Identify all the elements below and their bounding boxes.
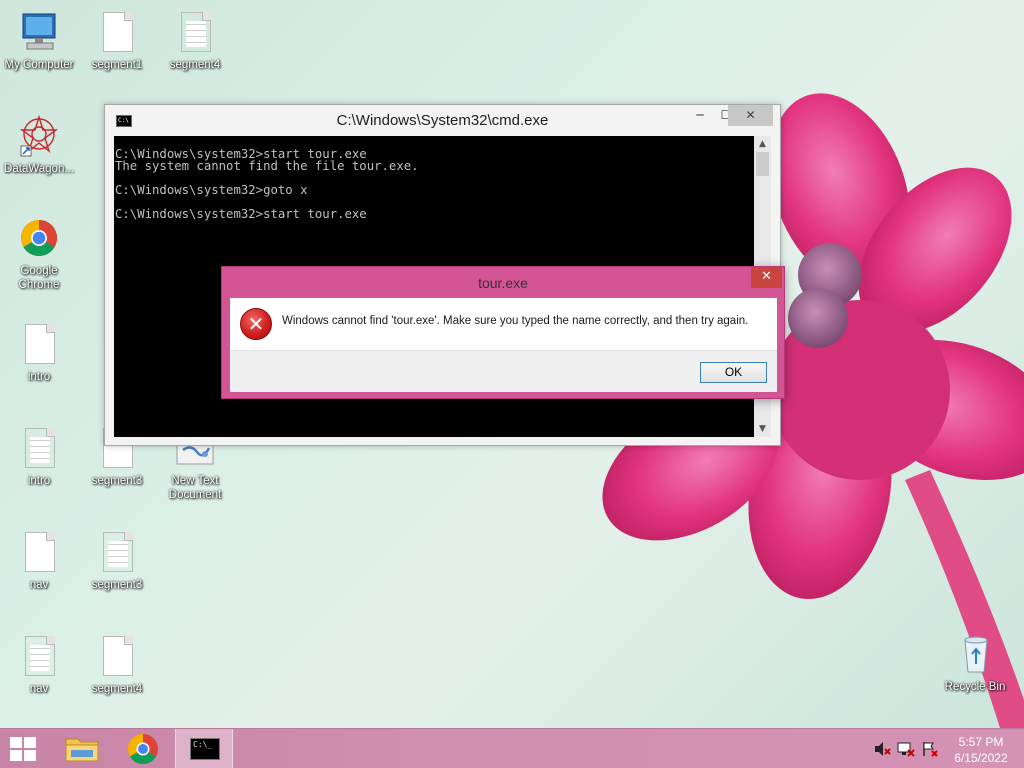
desktop-icon-segment4-2[interactable]: segment4 [78, 634, 156, 696]
network-icon[interactable] [897, 741, 915, 757]
dialog-footer: OK [230, 350, 777, 392]
taskbar-file-explorer[interactable] [54, 729, 112, 768]
desktop-icon-label: intro [27, 475, 51, 487]
dialog-close-button[interactable]: ✕ [751, 267, 782, 288]
desktop-icon-label: DataWagon... [4, 163, 74, 175]
desktop-icon-google-chrome[interactable]: Google Chrome [0, 216, 78, 292]
desktop-icon-label: My Computer [4, 59, 74, 71]
desktop-icon-label: nav [29, 683, 49, 695]
dialog-body: ✕ Windows cannot find 'tour.exe'. Make s… [230, 298, 777, 392]
desktop-icon-segment4[interactable]: segment4 [156, 10, 234, 72]
desktop-icon-label: Recycle Bin [944, 681, 1006, 693]
desktop-icon-label: segment4 [91, 683, 143, 695]
clock-date: 6/15/2022 [954, 751, 1008, 765]
desktop-icon-recycle-bin[interactable]: Recycle Bin [936, 632, 1014, 694]
windows-logo-icon [10, 737, 38, 761]
chrome-icon [127, 734, 158, 765]
taskbar-command-prompt[interactable]: C:\_ [175, 729, 233, 768]
desktop-icon-label: segment4 [169, 59, 221, 71]
desktop-icon-segment3-2[interactable]: segment3 [78, 530, 156, 592]
document-icon [19, 530, 59, 574]
desktop-icon-datawagon[interactable]: DataWagon... [0, 114, 78, 176]
desktop-icon-intro[interactable]: intro [0, 322, 78, 384]
taskbar-clock[interactable]: 5:57 PM 6/15/2022 [946, 734, 1016, 766]
cmd-titlebar[interactable]: C:\ C:\Windows\System32\cmd.exe ─ ☐ ✕ [105, 105, 780, 136]
text-document-icon [19, 634, 59, 678]
desktop-icon-nav-2[interactable]: nav [0, 634, 78, 696]
clock-time: 5:57 PM [958, 735, 1004, 749]
text-document-icon [97, 530, 137, 574]
datawagon-icon [19, 114, 59, 158]
ok-button[interactable]: OK [700, 362, 767, 383]
desktop-icon-label: New Text Document [168, 475, 222, 501]
text-document-icon [19, 426, 59, 470]
computer-icon [19, 10, 59, 54]
command-prompt-icon: C:\_ [190, 738, 220, 760]
document-icon [97, 10, 137, 54]
desktop-icon-intro-2[interactable]: intro [0, 426, 78, 488]
document-icon [97, 634, 137, 678]
start-button[interactable] [0, 729, 48, 768]
desktop-icon-my-computer[interactable]: My Computer [0, 10, 78, 72]
error-icon: ✕ [240, 308, 272, 340]
close-button[interactable]: ✕ [728, 105, 773, 126]
error-dialog[interactable]: tour.exe ✕ ✕ Windows cannot find 'tour.e… [221, 266, 785, 399]
desktop-icon-segment1[interactable]: segment1 [78, 10, 156, 72]
desktop-icon-label: Google Chrome [18, 265, 60, 291]
document-icon [19, 322, 59, 366]
desktop-icon-label: intro [27, 371, 51, 383]
text-document-icon [175, 10, 215, 54]
taskbar-google-chrome[interactable] [114, 729, 172, 768]
desktop-icon-label: segment3 [91, 475, 143, 487]
chrome-icon [19, 216, 59, 260]
recycle-bin-icon [955, 632, 995, 676]
scroll-up-arrow-icon[interactable]: ▲ [754, 136, 771, 152]
desktop-icon-label: segment1 [91, 59, 143, 71]
folder-icon [65, 738, 99, 762]
action-center-flag-icon[interactable] [921, 741, 939, 757]
desktop-icon-label: segment3 [91, 579, 143, 591]
volume-muted-icon[interactable] [873, 741, 891, 757]
cmd-window-title: C:\Windows\System32\cmd.exe [336, 112, 549, 129]
desktop-icon-nav[interactable]: nav [0, 530, 78, 592]
minimize-button[interactable]: ─ [687, 105, 713, 126]
dialog-title: tour.exe [478, 275, 528, 291]
desktop-icon-label: nav [29, 579, 49, 591]
scrollbar-thumb[interactable] [756, 152, 769, 176]
taskbar: C:\_ 5:57 PM 6/15/2022 [0, 728, 1024, 768]
scroll-down-arrow-icon[interactable]: ▼ [754, 421, 771, 437]
dialog-message: Windows cannot find 'tour.exe'. Make sur… [282, 315, 749, 327]
